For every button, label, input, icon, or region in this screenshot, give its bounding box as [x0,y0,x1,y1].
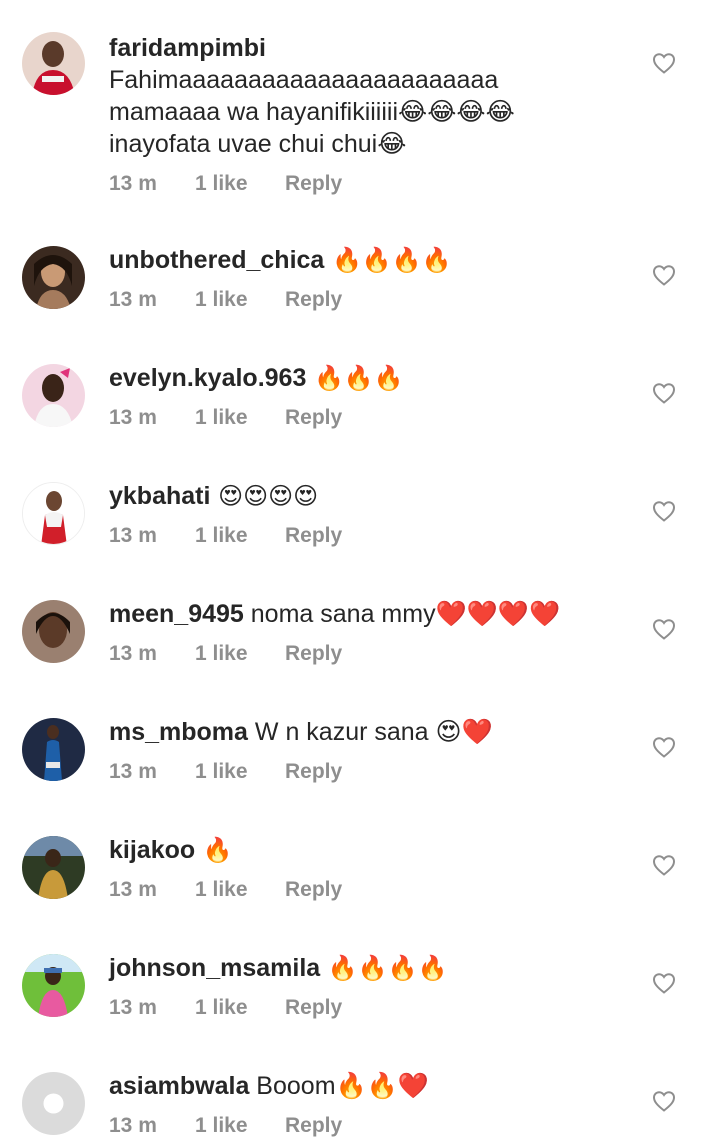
avatar[interactable] [22,836,85,899]
comment-body: johnson_msamila 🔥🔥🔥🔥 13 m 1 like Reply [109,952,634,1022]
reply-button[interactable]: Reply [285,522,342,550]
avatar[interactable] [22,482,85,545]
avatar[interactable] [22,954,85,1017]
comment-text: noma sana mmy❤️❤️❤️❤️ [243,600,561,628]
comment-meta: 13 m 1 like Reply [109,876,634,904]
comment-likes[interactable]: 1 like [195,286,285,314]
comment-time: 13 m [109,172,157,195]
comment-username[interactable]: faridampimbi [109,34,266,62]
comment-text-line: Fahimaaaaaaaaaaaaaaaaaaaaaaa [109,66,499,94]
comment-likes[interactable]: 1 like [195,404,285,432]
comment-username[interactable]: johnson_msamila [109,954,320,982]
comment-likes[interactable]: 1 like [195,1112,285,1140]
avatar[interactable] [22,718,85,781]
comment-time: 13 m [109,1114,157,1137]
avatar[interactable] [22,364,85,427]
comment-time: 13 m [109,406,157,429]
comment-username[interactable]: meen_9495 [109,600,244,628]
comment-meta: 13 m 1 like Reply [109,404,634,432]
heart-outline-icon[interactable] [652,972,676,994]
reply-button[interactable]: Reply [285,170,342,198]
comment-body: faridampimbi Fahimaaaaaaaaaaaaaaaaaaaaaa… [109,32,634,198]
comment-text: Booom🔥🔥❤️ [249,1072,429,1100]
comment-likes[interactable]: 1 like [195,994,285,1022]
comment-time: 13 m [109,760,157,783]
comment-meta: 13 m 1 like Reply [109,522,634,550]
comment-text-line: mamaaaa wa hayanifikiiiiii😂😂😂😂 [109,98,515,126]
comment-time: 13 m [109,996,157,1019]
reply-button[interactable]: Reply [285,994,342,1022]
comment-likes[interactable]: 1 like [195,876,285,904]
heart-outline-icon[interactable] [652,382,676,404]
comment-username[interactable]: ms_mboma [109,718,248,746]
comment-time: 13 m [109,642,157,665]
comment-username[interactable]: unbothered_chica [109,246,324,274]
comment-text: 🔥🔥🔥🔥 [324,246,452,274]
heart-outline-icon[interactable] [652,854,676,876]
comment-meta: 13 m 1 like Reply [109,1112,634,1140]
comment-body: ms_mboma W n kazur sana 😍❤️ 13 m 1 like Re… [109,716,634,786]
comment-meta: 13 m 1 like Reply [109,286,634,314]
comment-text: W n kazur sana 😍❤️ [247,718,493,746]
heart-outline-icon[interactable] [652,264,676,286]
comment-likes[interactable]: 1 like [195,522,285,550]
comment-body: meen_9495 noma sana mmy❤️❤️❤️❤️ 13 m 1 li… [109,598,634,668]
comment-username[interactable]: asiambwala [109,1072,249,1100]
heart-outline-icon[interactable] [652,736,676,758]
comment-time: 13 m [109,524,157,547]
comment-likes[interactable]: 1 like [195,640,285,668]
comment-body: ykbahati 😍😍😍😍 13 m 1 like Reply [109,480,634,550]
heart-outline-icon[interactable] [652,618,676,640]
avatar[interactable] [22,32,85,95]
comment-username[interactable]: ykbahati [109,482,210,510]
comment-username[interactable]: evelyn.kyalo.963 [109,364,306,392]
comment-username[interactable]: kijakoo [109,836,195,864]
heart-outline-icon[interactable] [652,1090,676,1112]
comment-meta: 13 m 1 like Reply [109,170,634,198]
comment-text: 🔥🔥🔥🔥 [320,954,448,982]
reply-button[interactable]: Reply [285,758,342,786]
avatar[interactable] [22,600,85,663]
comment-body: kijakoo 🔥 13 m 1 like Reply [109,834,634,904]
avatar[interactable] [22,1072,85,1135]
reply-button[interactable]: Reply [285,404,342,432]
heart-outline-icon[interactable] [652,500,676,522]
reply-button[interactable]: Reply [285,286,342,314]
comment-text: 🔥 [195,836,233,864]
comment-meta: 13 m 1 like Reply [109,994,634,1022]
comment-likes[interactable]: 1 like [195,170,285,198]
reply-button[interactable]: Reply [285,876,342,904]
comment-body: evelyn.kyalo.963 🔥🔥🔥 13 m 1 like Reply [109,362,634,432]
avatar[interactable] [22,246,85,309]
heart-outline-icon[interactable] [652,52,676,74]
comment-text: 😍😍😍😍 [210,482,319,510]
comment-likes[interactable]: 1 like [195,758,285,786]
comment-meta: 13 m 1 like Reply [109,758,634,786]
reply-button[interactable]: Reply [285,1112,342,1140]
comment-time: 13 m [109,878,157,901]
comment-text: 🔥🔥🔥 [306,364,404,392]
comment-meta: 13 m 1 like Reply [109,640,634,668]
comment-time: 13 m [109,288,157,311]
comment-body: asiambwala Booom🔥🔥❤️ 13 m 1 like Reply [109,1070,634,1140]
comment-text-line: inayofata uvae chui chui😂 [109,130,407,158]
reply-button[interactable]: Reply [285,640,342,668]
comment-body: unbothered_chica 🔥🔥🔥🔥 13 m 1 like Reply [109,244,634,314]
